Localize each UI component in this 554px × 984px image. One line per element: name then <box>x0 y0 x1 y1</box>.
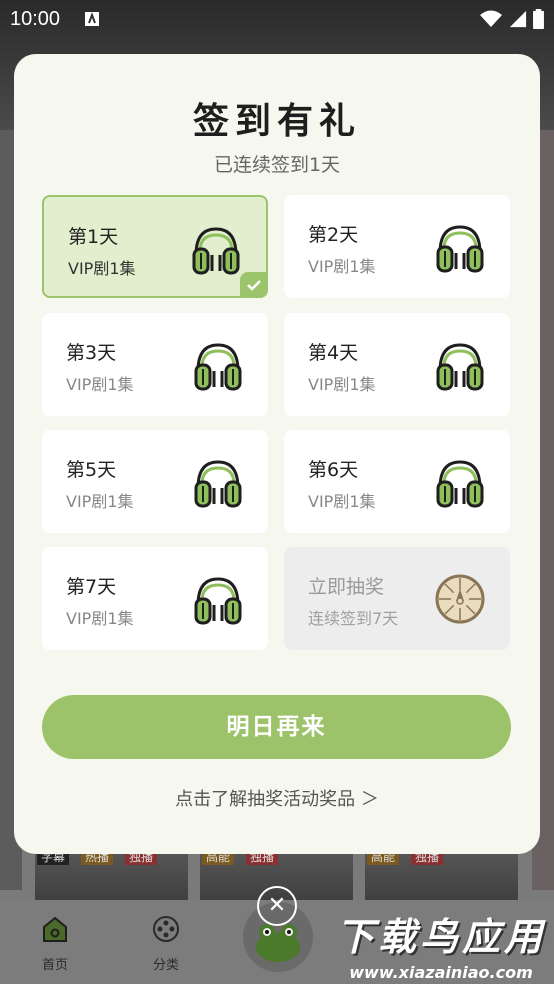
sign-in-dialog: 签到有礼 已连续签到1天 第1天 VIP剧1集 第2天 VIP剧1集 第3天 V… <box>14 54 540 854</box>
day-title: 第3天 <box>66 342 117 364</box>
dialog-title: 签到有礼 <box>192 101 361 142</box>
day-card-1[interactable]: 第1天 VIP剧1集 <box>42 195 268 298</box>
day-reward: VIP剧1集 <box>308 492 376 511</box>
lottery-wheel-icon <box>435 574 485 624</box>
background-card[interactable]: 高能 独播 <box>365 845 518 905</box>
headphone-icon <box>194 577 242 625</box>
day-card-6[interactable]: 第6天 VIP剧1集 <box>284 430 510 533</box>
day-card-4[interactable]: 第4天 VIP剧1集 <box>284 313 510 416</box>
checkmark-icon <box>240 272 268 298</box>
day-reward: VIP剧1集 <box>68 259 136 278</box>
home-icon <box>43 916 67 942</box>
day-title: 第4天 <box>308 342 359 364</box>
status-time: 10:00 <box>10 8 61 30</box>
lottery-prizes-link[interactable]: 点击了解抽奖活动奖品 ＞ <box>14 785 540 811</box>
day-card-7[interactable]: 第7天 VIP剧1集 <box>42 547 268 650</box>
day-card-3[interactable]: 第3天 VIP剧1集 <box>42 313 268 416</box>
status-bar: 10:00 <box>0 0 554 38</box>
day-title: 第1天 <box>68 226 119 248</box>
headphone-icon <box>192 227 240 275</box>
watermark: 下载鸟应用 www.xiazainiao.com <box>332 906 550 982</box>
tab-home[interactable]: 首页 <box>25 914 85 973</box>
background-card[interactable]: 字幕 热播 独播 <box>35 845 188 905</box>
day-reward: VIP剧1集 <box>308 375 376 394</box>
film-reel-icon <box>153 916 179 942</box>
signal-icon <box>509 10 527 28</box>
day-title: 第7天 <box>66 576 117 598</box>
day-card-5[interactable]: 第5天 VIP剧1集 <box>42 430 268 533</box>
close-dialog-button[interactable]: ✕ <box>257 886 297 926</box>
day-title: 第2天 <box>308 224 359 246</box>
day-title: 第5天 <box>66 459 117 481</box>
day-card-2[interactable]: 第2天 VIP剧1集 <box>284 195 510 298</box>
notification-a-icon <box>85 12 99 26</box>
headphone-icon <box>194 343 242 391</box>
day-reward: VIP剧1集 <box>66 375 134 394</box>
watermark-url: www.xiazainiao.com <box>349 963 533 982</box>
lottery-subtitle: 连续签到7天 <box>308 609 399 628</box>
day-title: 第6天 <box>308 459 359 481</box>
battery-icon <box>533 9 544 29</box>
lottery-card[interactable]: 立即抽奖 连续签到7天 <box>284 547 510 650</box>
wifi-icon <box>480 10 502 27</box>
headphone-icon <box>436 225 484 273</box>
day-reward: VIP剧1集 <box>66 609 134 628</box>
streak-text: 已连续签到1天 <box>213 154 341 176</box>
headphone-icon <box>436 460 484 508</box>
tab-home-label: 首页 <box>41 958 68 973</box>
lottery-title: 立即抽奖 <box>308 576 385 598</box>
tab-category-label: 分类 <box>152 958 179 973</box>
day-reward: VIP剧1集 <box>66 492 134 511</box>
headphone-icon <box>194 460 242 508</box>
day-reward: VIP剧1集 <box>308 257 376 276</box>
headphone-icon <box>436 343 484 391</box>
tab-category[interactable]: 分类 <box>136 914 196 973</box>
watermark-title: 下载鸟应用 <box>335 915 546 959</box>
come-back-tomorrow-button[interactable]: 明日再来 <box>42 695 511 759</box>
